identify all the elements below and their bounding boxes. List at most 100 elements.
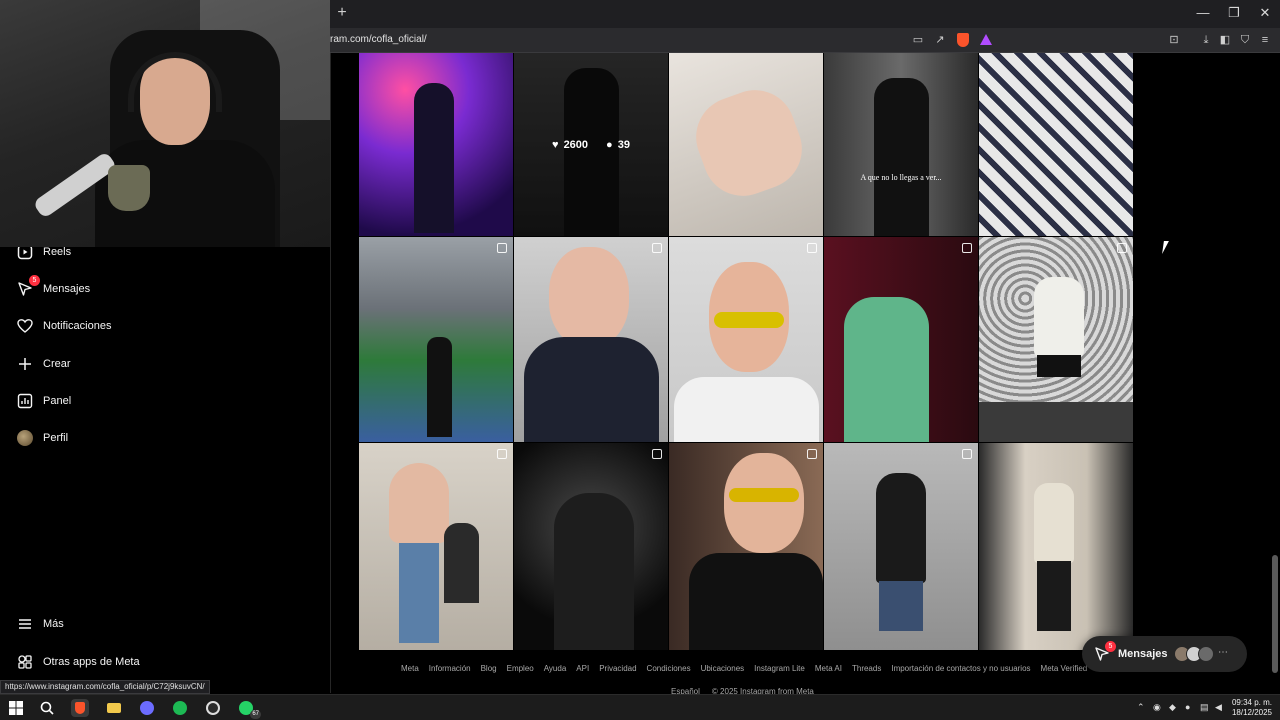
- sidebar-item-mas[interactable]: Más: [16, 612, 64, 636]
- discord-icon[interactable]: ◆: [1169, 702, 1176, 713]
- footer-link[interactable]: Threads: [852, 664, 881, 676]
- search-icon[interactable]: [38, 699, 56, 717]
- post-thumbnail[interactable]: [359, 53, 513, 236]
- minimize-button[interactable]: —: [1193, 5, 1213, 20]
- spotify-icon[interactable]: [171, 699, 189, 717]
- footer-link[interactable]: Información: [429, 664, 471, 676]
- brave-shields-icon[interactable]: [957, 33, 969, 47]
- dashboard-icon: [16, 392, 34, 410]
- screen: + — ❐ ✕ ram.com/cofla_oficial/ ▭ ↗ ⊡ ⤓ ◧…: [0, 0, 1280, 720]
- post-thumbnail[interactable]: A que no lo llegas a ver...: [824, 53, 978, 236]
- url-text[interactable]: ram.com/cofla_oficial/: [330, 34, 427, 45]
- multi-post-icon: [497, 243, 507, 253]
- sidebar-item-mensajes[interactable]: 5 Mensajes: [16, 275, 91, 301]
- sidebar-item-perfil[interactable]: Perfil: [16, 426, 68, 450]
- messages-pill[interactable]: 5 Mensajes ⋯: [1082, 636, 1247, 672]
- screenshot-icon[interactable]: ⊡: [1166, 33, 1182, 47]
- sidebar-toggle-icon[interactable]: ◧: [1217, 33, 1233, 47]
- post-thumbnail[interactable]: [824, 237, 978, 442]
- multi-post-icon: [807, 449, 817, 459]
- post-thumbnail[interactable]: [359, 237, 513, 442]
- taskbar-clock[interactable]: 09:34 p. m. 18/12/2025: [1232, 698, 1272, 718]
- footer-link[interactable]: Meta AI: [815, 664, 842, 676]
- brave-rewards-icon[interactable]: [980, 34, 992, 45]
- scrollbar-thumb[interactable]: [1272, 555, 1278, 673]
- file-explorer-icon[interactable]: [105, 699, 123, 717]
- sidebar-item-label: Mensajes: [43, 283, 91, 295]
- footer-link[interactable]: Blog: [481, 664, 497, 676]
- app-icon[interactable]: [138, 699, 156, 717]
- footer-link[interactable]: Privacidad: [599, 664, 636, 676]
- vpn-shield-icon[interactable]: ⛉: [1237, 33, 1253, 47]
- footer-link[interactable]: API: [576, 664, 589, 676]
- recent-chat-avatars: ⋯: [1174, 646, 1228, 662]
- menu-icon[interactable]: ≡: [1257, 33, 1273, 47]
- post-thumbnail[interactable]: [669, 443, 823, 650]
- whatsapp-icon[interactable]: 67: [237, 699, 261, 719]
- meta-apps-icon: [16, 653, 34, 671]
- webcam-overlay: [0, 0, 330, 247]
- sidebar-item-label: Perfil: [43, 432, 69, 444]
- windows-taskbar: 67 ⌃ ◉ ◆ ● ▤ ◀ 09:34 p. m. 18/12/2025: [0, 694, 1280, 720]
- multi-post-icon: [497, 449, 507, 459]
- footer-link[interactable]: Empleo: [507, 664, 534, 676]
- mouse-cursor-icon: [1162, 241, 1174, 254]
- post-thumbnail[interactable]: [514, 237, 668, 442]
- sidebar-item-label: Más: [43, 618, 64, 630]
- footer-link[interactable]: Meta Verified: [1041, 664, 1088, 676]
- messages-pill-label: Mensajes: [1118, 648, 1168, 660]
- post-thumbnail[interactable]: [979, 443, 1133, 650]
- sidebar-item-label: Panel: [43, 395, 72, 407]
- whatsapp-unread-badge: 67: [250, 710, 261, 719]
- multi-post-icon: [652, 449, 662, 459]
- post-thumbnail[interactable]: [824, 443, 978, 650]
- post-thumbnail[interactable]: [514, 443, 668, 650]
- post-thumbnail[interactable]: [979, 53, 1133, 236]
- post-thumbnail[interactable]: [669, 53, 823, 236]
- network-icon[interactable]: ▤: [1200, 702, 1209, 713]
- volume-icon[interactable]: ◀: [1215, 702, 1222, 713]
- microphone-icon[interactable]: ●: [1185, 702, 1190, 712]
- new-tab-button[interactable]: +: [334, 4, 350, 22]
- restore-button[interactable]: ❐: [1224, 5, 1244, 21]
- avatar: [1198, 646, 1214, 662]
- page-scrollbar[interactable]: [1270, 53, 1280, 693]
- messenger-icon: 5: [1094, 641, 1116, 662]
- post-thumbnail[interactable]: [669, 237, 823, 442]
- comment-icon: ●: [606, 138, 613, 151]
- share-icon[interactable]: ↗: [932, 33, 948, 47]
- heart-icon: [16, 317, 34, 335]
- post-thumbnail-hovered[interactable]: ♥ 2600 ● 39: [514, 53, 668, 236]
- heart-icon: ♥: [552, 138, 559, 151]
- footer-link[interactable]: Condiciones: [647, 664, 691, 676]
- sidebar-item-label: Otras apps de Meta: [43, 656, 140, 668]
- cast-icon[interactable]: ▭: [910, 33, 926, 47]
- comments-count: 39: [617, 138, 630, 151]
- sidebar-item-otras-apps[interactable]: Otras apps de Meta: [16, 650, 140, 674]
- brave-browser-icon[interactable]: [71, 699, 89, 717]
- footer-link[interactable]: Instagram Lite: [754, 664, 805, 676]
- menu-icon: [16, 615, 34, 633]
- sidebar-item-crear[interactable]: Crear: [16, 352, 71, 376]
- multi-post-icon: [1117, 243, 1127, 253]
- post-thumbnail[interactable]: [359, 443, 513, 650]
- download-icon[interactable]: ⤓: [1198, 33, 1214, 47]
- footer-link[interactable]: Ubicaciones: [701, 664, 745, 676]
- clock-date: 18/12/2025: [1231, 708, 1272, 717]
- multi-post-icon: [962, 449, 972, 459]
- sidebar-item-panel[interactable]: Panel: [16, 389, 71, 413]
- footer-link[interactable]: Importación de contactos y no usuarios: [891, 664, 1030, 676]
- steam-icon[interactable]: ◉: [1153, 702, 1161, 713]
- post-thumbnail[interactable]: [979, 237, 1133, 442]
- link-status-bar: https://www.instagram.com/cofla_oficial/…: [0, 680, 210, 694]
- sidebar-item-label: Reels: [43, 246, 72, 258]
- footer-link[interactable]: Ayuda: [544, 664, 567, 676]
- windows-start-icon[interactable]: [7, 699, 25, 717]
- obs-icon[interactable]: [204, 699, 222, 717]
- footer-links: Meta Información Blog Empleo Ayuda API Privaci…: [401, 664, 1087, 676]
- tray-chevron-icon[interactable]: ⌃: [1137, 702, 1145, 713]
- sidebar-item-notificaciones[interactable]: Notificaciones: [16, 314, 111, 338]
- close-window-button[interactable]: ✕: [1255, 5, 1275, 21]
- post-hover-stats: ♥ 2600 ● 39: [514, 53, 668, 236]
- footer-link[interactable]: Meta: [401, 664, 419, 676]
